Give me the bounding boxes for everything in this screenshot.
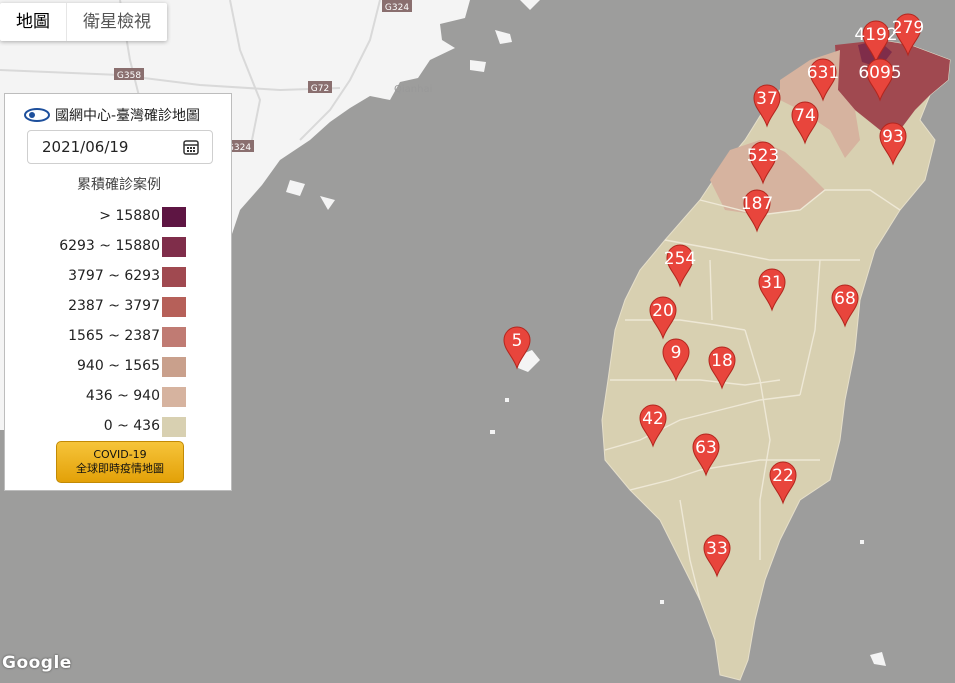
- legend-range-label: 1565 ~ 2387: [68, 328, 160, 344]
- marker-count-label: 254: [664, 249, 696, 269]
- covid-button-line1: COVID-19: [93, 448, 147, 461]
- legend-color-swatch: [162, 387, 186, 407]
- covid-global-map-button[interactable]: COVID-19 全球即時疫情地圖: [56, 441, 184, 483]
- nchc-logo-icon: [24, 108, 50, 122]
- marker-count-label: 6095: [858, 63, 901, 83]
- date-picker-field[interactable]: 2021/06/19: [27, 130, 213, 164]
- map-type-satellite-button[interactable]: 衛星檢視: [66, 3, 167, 41]
- legend-title: 國網中心-臺灣確診地圖: [23, 104, 223, 126]
- map-type-control: 地圖 衛星檢視: [0, 3, 167, 41]
- legend-color-swatch: [162, 327, 186, 347]
- marker-count-label: 279: [892, 18, 924, 38]
- road-shield-g358: G358: [114, 68, 144, 81]
- google-logo: Google: [2, 653, 72, 673]
- legend-color-swatch: [162, 267, 186, 287]
- svg-text:G324: G324: [385, 3, 409, 13]
- marker-count-label: 63: [695, 438, 717, 458]
- legend-range-label: 940 ~ 1565: [77, 358, 160, 374]
- marker-count-label: 9: [671, 343, 682, 363]
- legend-row: > 15880: [5, 202, 233, 232]
- legend-range-label: 0 ~ 436: [103, 418, 160, 434]
- marker-count-label: 74: [794, 106, 816, 126]
- city-label-qianhai: Qianhai: [394, 84, 432, 95]
- legend-range-label: > 15880: [99, 208, 160, 224]
- marker-count-label: 18: [711, 351, 733, 371]
- legend-row: 436 ~ 940: [5, 382, 233, 412]
- legend-row: 0 ~ 436: [5, 412, 233, 442]
- legend-color-swatch: [162, 357, 186, 377]
- legend-row: 940 ~ 1565: [5, 352, 233, 382]
- legend-range-label: 2387 ~ 3797: [68, 298, 160, 314]
- marker-count-label: 20: [652, 301, 674, 321]
- marker-count-label: 5: [512, 331, 523, 351]
- marker-count-label: 523: [747, 146, 779, 166]
- legend-color-swatch: [162, 297, 186, 317]
- marker-count-label: 33: [706, 539, 728, 559]
- legend-title-text: 國網中心-臺灣確診地圖: [55, 108, 201, 124]
- legend-color-swatch: [162, 417, 186, 437]
- marker-count-label: 31: [761, 273, 783, 293]
- marker-count-label: 42: [642, 409, 664, 429]
- svg-text:G358: G358: [117, 71, 141, 81]
- covid-button-line2: 全球即時疫情地圖: [76, 462, 164, 475]
- legend-range-label: 3797 ~ 6293: [68, 268, 160, 284]
- marker-count-label: 187: [741, 194, 773, 214]
- svg-text:G72: G72: [311, 84, 329, 94]
- legend-row: 1565 ~ 2387: [5, 322, 233, 352]
- legend-panel: 國網中心-臺灣確診地圖 2021/06/19 累積確診案例 > 15880 629…: [4, 93, 232, 491]
- marker-count-label: 68: [834, 289, 856, 309]
- marker-count-label: 631: [807, 63, 839, 83]
- road-shield-g72: G72: [308, 81, 332, 94]
- legend-color-swatch: [162, 237, 186, 257]
- legend-subtitle: 累積確診案例: [77, 177, 161, 193]
- legend-row: 3797 ~ 6293: [5, 262, 233, 292]
- calendar-icon[interactable]: [182, 138, 200, 156]
- legend-rows: > 15880 6293 ~ 15880 3797 ~ 6293 2387 ~ 379…: [5, 202, 233, 442]
- legend-row: 2387 ~ 3797: [5, 292, 233, 322]
- marker-count-label: 22: [772, 466, 794, 486]
- legend-range-label: 6293 ~ 15880: [59, 238, 160, 254]
- map-type-map-button[interactable]: 地圖: [0, 3, 66, 41]
- legend-color-swatch: [162, 207, 186, 227]
- marker-count-label: 93: [882, 127, 904, 147]
- legend-row: 6293 ~ 15880: [5, 232, 233, 262]
- road-shield-g324: G324: [382, 0, 412, 13]
- legend-range-label: 436 ~ 940: [85, 388, 160, 404]
- marker-count-label: 37: [756, 89, 778, 109]
- date-value: 2021/06/19: [42, 138, 129, 156]
